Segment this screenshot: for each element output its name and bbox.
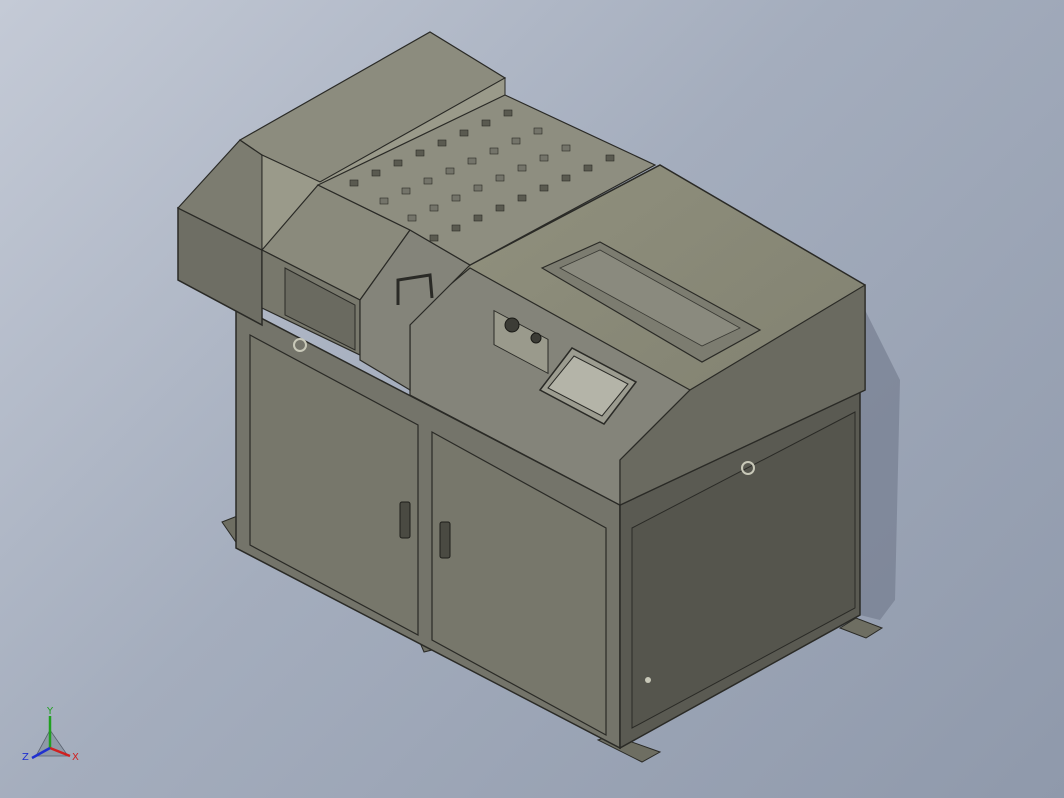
model-shadow	[860, 300, 900, 620]
door-handle-icon[interactable]	[439, 521, 451, 559]
knob-icon[interactable]	[504, 317, 520, 333]
x-axis-label: X	[72, 752, 79, 763]
y-axis-label: Y	[46, 706, 54, 717]
door-handle-icon[interactable]	[399, 501, 411, 539]
cad-viewport[interactable]: Y X Z	[0, 0, 1064, 798]
machine-model[interactable]: Y X Z	[0, 0, 1064, 798]
screw-icon	[645, 677, 651, 683]
axis-triad: Y X Z	[22, 706, 79, 763]
z-axis-label: Z	[22, 752, 29, 763]
knob-icon[interactable]	[530, 332, 542, 344]
